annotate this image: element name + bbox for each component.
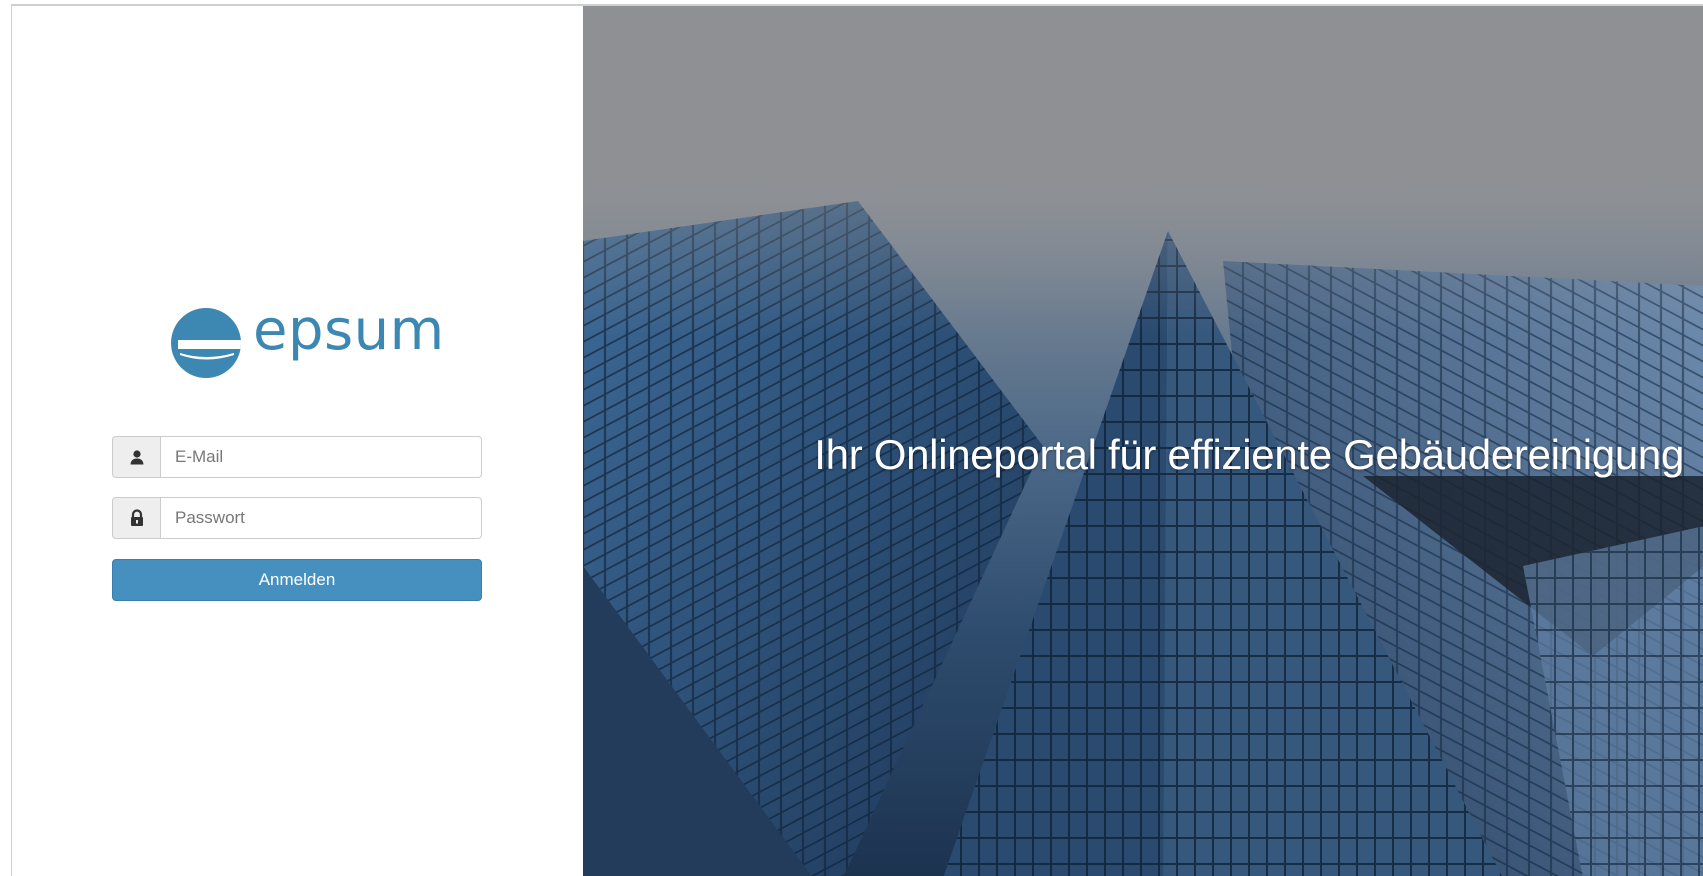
epsum-e-logo-icon bbox=[171, 308, 241, 378]
password-input-group bbox=[112, 497, 482, 539]
login-panel: epsum Anmelden bbox=[12, 6, 583, 876]
hero-title: Ihr Onlineportal für effiziente Gebäuder… bbox=[814, 431, 1684, 478]
logo-wordmark: epsum bbox=[253, 298, 445, 363]
lock-icon bbox=[112, 497, 160, 539]
brand-logo: epsum bbox=[170, 301, 444, 381]
email-field[interactable] bbox=[160, 436, 482, 478]
password-field[interactable] bbox=[160, 497, 482, 539]
hero-panel: Ihr Onlineportal für effiziente Gebäuder… bbox=[583, 6, 1703, 876]
login-button[interactable]: Anmelden bbox=[112, 559, 482, 601]
user-icon bbox=[112, 436, 160, 478]
page-frame: epsum Anmelden bbox=[11, 4, 1703, 876]
email-input-group bbox=[112, 436, 482, 478]
